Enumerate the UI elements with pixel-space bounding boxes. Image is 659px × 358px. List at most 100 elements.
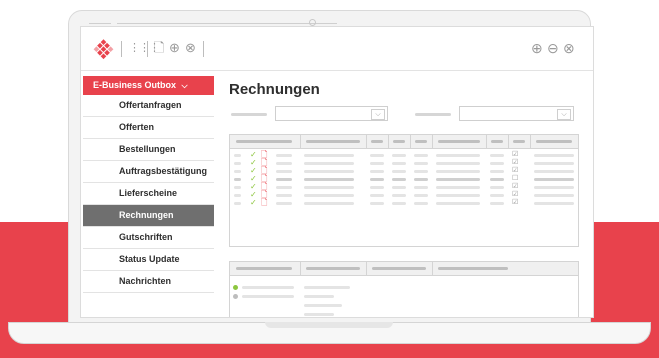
cell-placeholder — [414, 194, 428, 197]
cell-placeholder — [490, 154, 504, 157]
page-title: Rechnungen — [229, 81, 320, 98]
column-header[interactable] — [508, 135, 531, 148]
table-row[interactable]: ✓ 🗋 ☑ — [230, 167, 578, 175]
cell-placeholder — [490, 194, 504, 197]
cell-placeholder — [276, 178, 292, 181]
cell-placeholder — [534, 178, 574, 181]
laptop-notch — [265, 322, 393, 328]
cell-placeholder — [370, 186, 384, 189]
cell-placeholder — [414, 170, 428, 173]
sidebar-item-rechnungen[interactable]: Rechnungen — [83, 205, 214, 227]
checkbox-icon: ☑ — [512, 151, 519, 158]
column-header[interactable] — [230, 262, 301, 275]
table-row[interactable]: ✓ 🗋 ☑ — [230, 159, 578, 167]
close-circle-icon[interactable]: ⊗ — [563, 40, 575, 56]
cell-placeholder — [234, 186, 241, 189]
sidebar-item-label: Offerten — [119, 122, 155, 132]
toolbar-separator — [147, 41, 148, 57]
cell-placeholder — [370, 178, 384, 181]
column-header[interactable] — [432, 262, 578, 275]
cell-placeholder — [414, 186, 428, 189]
checkbox-icon: ☑ — [512, 183, 519, 190]
column-header[interactable] — [366, 135, 389, 148]
column-header[interactable] — [388, 135, 411, 148]
cell-placeholder — [276, 194, 292, 197]
sidebar-item-label: Status Update — [119, 254, 180, 264]
cell-placeholder — [392, 202, 406, 205]
column-header[interactable] — [432, 135, 487, 148]
cell-placeholder — [490, 162, 504, 165]
sidebar-item-offertanfragen[interactable]: Offertanfragen — [83, 95, 214, 117]
checkbox-icon: ☑ — [512, 167, 519, 174]
cell-placeholder — [436, 178, 480, 181]
cell-placeholder — [234, 154, 241, 157]
cell-placeholder — [304, 202, 354, 205]
filter-dropdown[interactable]: ⌵ — [275, 106, 388, 121]
cell-placeholder — [276, 162, 292, 165]
zoom-out-icon[interactable]: ⊖ — [547, 40, 559, 56]
toolbar-separator — [121, 41, 122, 57]
cell-placeholder — [304, 154, 354, 157]
cell-placeholder — [392, 194, 406, 197]
sidebar-item-status-update[interactable]: Status Update — [83, 249, 214, 271]
sidebar-item-nachrichten[interactable]: Nachrichten — [83, 271, 214, 293]
cell-placeholder — [534, 194, 574, 197]
sidebar-item-offerten[interactable]: Offerten — [83, 117, 214, 139]
sidebar-item-auftragsbestaetigung[interactable]: Auftragsbestätigung — [83, 161, 214, 183]
sidebar-item-gutschriften[interactable]: Gutschriften — [83, 227, 214, 249]
invoice-table: ✓ 🗋 ☑ ✓ 🗋 ☑ ✓ 🗋 ☑ ✓ 🗋 ☐ ✓ 🗋 ☑ ✓ 🗋 ☑ ✓ 🗋 ☑ — [229, 134, 579, 247]
filter-label — [231, 113, 267, 116]
cell-placeholder — [534, 154, 574, 157]
cell-placeholder — [392, 170, 406, 173]
checkbox-icon: ☑ — [512, 191, 519, 198]
toolbar: ⋮⋮⋮ 🗋 ⊕ ⊗ ⊕ ⊖ ⊗ — [81, 27, 593, 71]
column-header[interactable] — [300, 135, 367, 148]
cell-placeholder — [276, 154, 292, 157]
close-circle-icon[interactable]: ⊗ — [185, 40, 196, 56]
cell-placeholder — [304, 162, 354, 165]
camera — [309, 19, 316, 26]
cell-placeholder — [234, 170, 241, 173]
sidebar-header[interactable]: E-Business Outbox ⌵ — [83, 76, 214, 95]
table-row[interactable]: ✓ 🗋 ☑ — [230, 199, 578, 207]
cell-placeholder — [490, 202, 504, 205]
column-header[interactable] — [410, 135, 433, 148]
column-header[interactable] — [486, 135, 509, 148]
cell-placeholder — [276, 186, 292, 189]
column-header[interactable] — [530, 135, 578, 148]
cell-placeholder — [370, 194, 384, 197]
zoom-in-icon[interactable]: ⊕ — [531, 40, 543, 56]
detail-value — [304, 313, 334, 316]
table-row[interactable]: ✓ 🗋 ☑ — [230, 191, 578, 199]
cell-placeholder — [414, 202, 428, 205]
logo-icon — [93, 39, 114, 60]
column-header[interactable] — [230, 135, 301, 148]
cell-placeholder — [370, 154, 384, 157]
filter-label — [415, 113, 451, 116]
cell-placeholder — [534, 202, 574, 205]
cell-placeholder — [490, 186, 504, 189]
table-header — [230, 135, 578, 149]
cell-placeholder — [392, 186, 406, 189]
table-row[interactable]: ✓ 🗋 ☑ — [230, 183, 578, 191]
detail-value — [242, 295, 294, 298]
cell-placeholder — [436, 194, 480, 197]
table-header — [230, 262, 578, 276]
sidebar-item-lieferscheine[interactable]: Lieferscheine — [83, 183, 214, 205]
table-row[interactable]: ✓ 🗋 ☑ — [230, 151, 578, 159]
column-header[interactable] — [366, 262, 433, 275]
cell-placeholder — [304, 194, 354, 197]
cell-placeholder — [490, 170, 504, 173]
cell-placeholder — [234, 162, 241, 165]
document-icon[interactable]: 🗋 — [154, 40, 164, 56]
table-row[interactable]: ✓ 🗋 ☐ — [230, 175, 578, 183]
sidebar-header-label: E-Business Outbox — [93, 80, 177, 90]
checkbox-icon: ☑ — [512, 199, 519, 206]
sidebar-item-label: Offertanfragen — [119, 100, 182, 110]
cell-placeholder — [436, 186, 480, 189]
filter-dropdown[interactable]: ⌵ — [459, 106, 574, 121]
sidebar-item-bestellungen[interactable]: Bestellungen — [83, 139, 214, 161]
column-header[interactable] — [300, 262, 367, 275]
cell-placeholder — [490, 178, 504, 181]
add-circle-icon[interactable]: ⊕ — [169, 40, 180, 56]
